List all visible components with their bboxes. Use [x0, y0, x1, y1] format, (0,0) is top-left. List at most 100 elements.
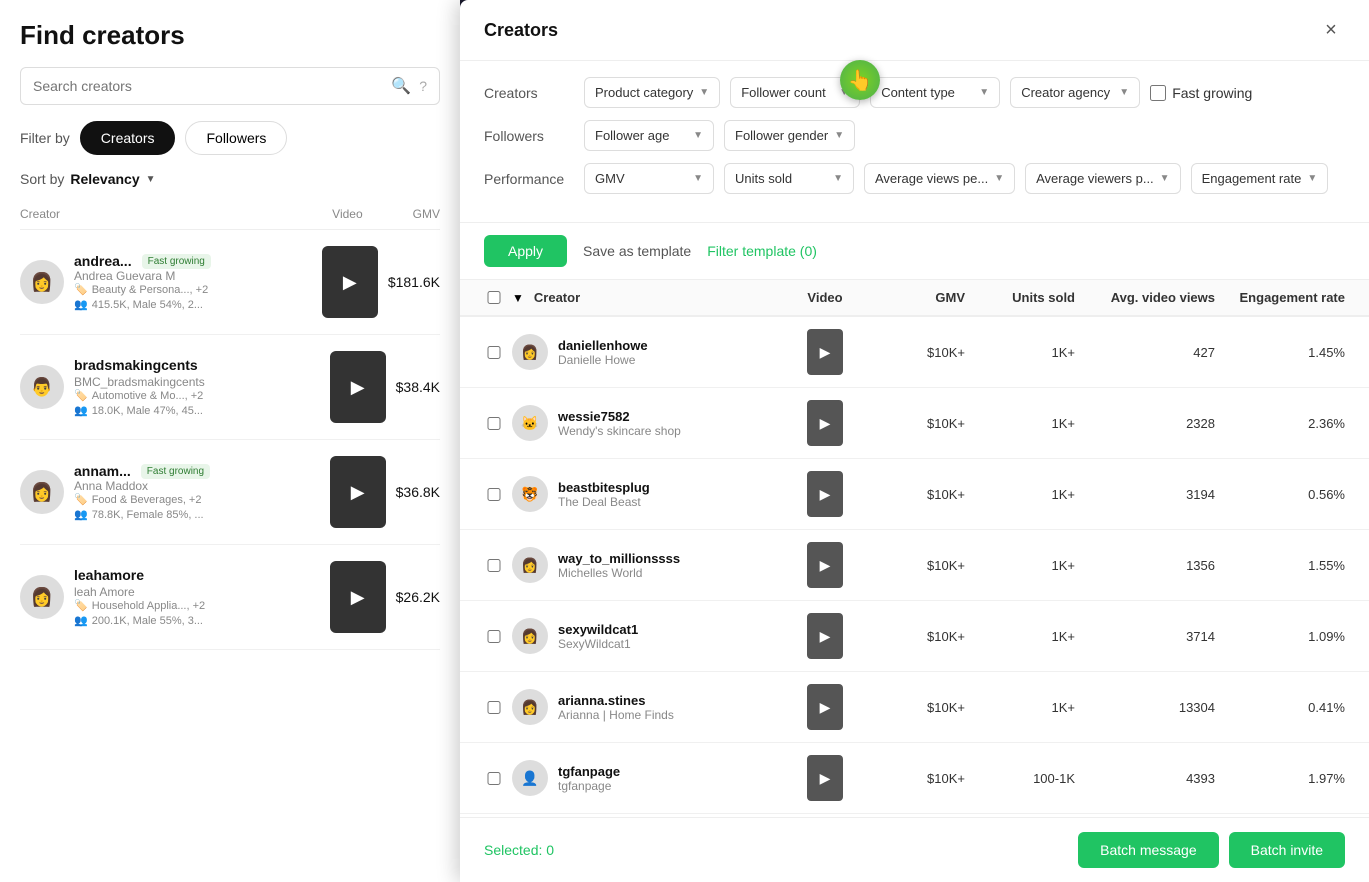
follower-age-dropdown[interactable]: Follower age ▼	[584, 120, 714, 151]
engagement-cell: 0.41%	[1215, 700, 1345, 715]
creator-video-thumb[interactable]: ▶	[322, 246, 378, 318]
follower-count-label: Follower count	[741, 85, 826, 100]
filter-by-row: Filter by Creators Followers	[20, 121, 440, 155]
gmv-cell: $10K+	[865, 558, 965, 573]
fast-growing-label: Fast growing	[1172, 85, 1252, 101]
table-row[interactable]: 🐱 wessie7582 Wendy's skincare shop ▶ $10…	[460, 388, 1369, 459]
product-category-label: Product category	[595, 85, 693, 100]
bg-creator-row[interactable]: 👩 annam... Fast growing Anna Maddox 🏷️ F…	[20, 440, 440, 545]
engagement-cell: 1.45%	[1215, 345, 1345, 360]
row-checkbox[interactable]	[484, 701, 504, 714]
units-sold-label: Units sold	[735, 171, 792, 186]
product-category-dropdown[interactable]: Product category ▼	[584, 77, 720, 108]
video-cell: ▶	[785, 400, 865, 446]
gmv-cell: $10K+	[865, 771, 965, 786]
video-thumbnail[interactable]: ▶	[807, 329, 843, 375]
video-thumbnail[interactable]: ▶	[807, 613, 843, 659]
creator-cell: 👩 sexywildcat1 SexyWildcat1	[512, 618, 785, 654]
video-thumbnail[interactable]: ▶	[807, 755, 843, 801]
row-checkbox[interactable]	[484, 346, 504, 359]
fast-growing-checkbox-label[interactable]: Fast growing	[1150, 85, 1252, 101]
creator-video-thumb[interactable]: ▶	[330, 561, 386, 633]
search-icon: 🔍	[391, 76, 411, 96]
creator-thumbnail: 👩	[512, 618, 548, 654]
creator-display: Anna Maddox	[74, 479, 320, 493]
video-cell: ▶	[785, 329, 865, 375]
fast-growing-checkbox[interactable]	[1150, 85, 1166, 101]
gmv-cell: $10K+	[865, 629, 965, 644]
creator-agency-label: Creator agency	[1021, 85, 1110, 100]
avg-viewers-dropdown[interactable]: Average viewers p... ▼	[1025, 163, 1180, 194]
sort-value[interactable]: Relevancy	[70, 171, 139, 187]
creator-username: sexywildcat1	[558, 622, 638, 637]
table-row[interactable]: 👤 tgfanpage tgfanpage ▶ $10K+ 100-1K 439…	[460, 743, 1369, 814]
row-checkbox[interactable]	[484, 488, 504, 501]
creator-cell: 👩 arianna.stines Arianna | Home Finds	[512, 689, 785, 725]
creator-cell-info: wessie7582 Wendy's skincare shop	[558, 409, 681, 438]
filters-section: Creators Product category ▼ Follower cou…	[460, 61, 1369, 223]
filter-by-label: Filter by	[20, 130, 70, 146]
gmv-cell: $10K+	[865, 345, 965, 360]
batch-invite-button[interactable]: Batch invite	[1229, 832, 1345, 868]
table-row[interactable]: 👩 sexywildcat1 SexyWildcat1 ▶ $10K+ 1K+ …	[460, 601, 1369, 672]
gmv-label: GMV	[595, 171, 625, 186]
page-title: Find creators	[20, 20, 440, 51]
filter-tab-creators[interactable]: Creators	[80, 121, 176, 155]
save-template-button[interactable]: Save as template	[583, 243, 691, 259]
table-row[interactable]: 👩 daniellenhowe Danielle Howe ▶ $10K+ 1K…	[460, 317, 1369, 388]
select-all-checkbox[interactable]	[484, 291, 504, 304]
filter-template-button[interactable]: Filter template (0)	[707, 243, 817, 259]
table-row[interactable]: 🐯 beastbitesplug The Deal Beast ▶ $10K+ …	[460, 459, 1369, 530]
engagement-dropdown[interactable]: Engagement rate ▼	[1191, 163, 1329, 194]
batch-message-button[interactable]: Batch message	[1078, 832, 1219, 868]
bg-creator-row[interactable]: 👩 andrea... Fast growing Andrea Guevara …	[20, 230, 440, 335]
creator-cell-info: way_to_millionssss Michelles World	[558, 551, 680, 580]
search-input[interactable]	[33, 78, 383, 94]
creator-info: leahamore leah Amore 🏷️ Household Applia…	[74, 567, 320, 627]
th-units-sold: Units sold	[965, 290, 1075, 305]
avg-views-cell: 2328	[1075, 416, 1215, 431]
modal-header: Creators ×	[460, 0, 1369, 61]
row-checkbox[interactable]	[484, 630, 504, 643]
creator-display: Andrea Guevara M	[74, 269, 312, 283]
row-checkbox[interactable]	[484, 417, 504, 430]
gmv-dropdown[interactable]: GMV ▼	[584, 163, 714, 194]
filter-tab-followers[interactable]: Followers	[185, 121, 287, 155]
table-row[interactable]: 👩 arianna.stines Arianna | Home Finds ▶ …	[460, 672, 1369, 743]
row-checkbox[interactable]	[484, 559, 504, 572]
creator-cell-info: sexywildcat1 SexyWildcat1	[558, 622, 638, 651]
video-thumbnail[interactable]: ▶	[807, 471, 843, 517]
col-creator-header: Creator	[20, 207, 322, 221]
follower-gender-dropdown[interactable]: Follower gender ▼	[724, 120, 855, 151]
creator-video-thumb[interactable]: ▶	[330, 351, 386, 423]
creator-agency-dropdown[interactable]: Creator agency ▼	[1010, 77, 1140, 108]
bg-creator-row[interactable]: 👨 bradsmakingcents BMC_bradsmakingcents …	[20, 335, 440, 440]
row-checkbox[interactable]	[484, 772, 504, 785]
creator-info: bradsmakingcents BMC_bradsmakingcents 🏷️…	[74, 357, 320, 417]
creator-username: annam...	[74, 463, 131, 479]
units-cell: 1K+	[965, 629, 1075, 644]
content-type-dropdown[interactable]: Content type ▼	[870, 77, 1000, 108]
th-avg-video-views: Avg. video views	[1075, 290, 1215, 305]
video-cell: ▶	[785, 613, 865, 659]
creator-info: andrea... Fast growing Andrea Guevara M …	[74, 253, 312, 311]
bg-creator-row[interactable]: 👩 leahamore leah Amore 🏷️ Household Appl…	[20, 545, 440, 650]
video-thumbnail[interactable]: ▶	[807, 542, 843, 588]
avg-views-dropdown[interactable]: Average views pe... ▼	[864, 163, 1015, 194]
chevron-down-icon: ▼	[833, 173, 843, 184]
creator-video-thumb[interactable]: ▶	[330, 456, 386, 528]
video-thumbnail[interactable]: ▶	[807, 400, 843, 446]
bg-col-headers: Creator Video GMV	[20, 199, 440, 230]
follower-count-dropdown[interactable]: Follower count ▼	[730, 77, 860, 108]
table-row[interactable]: 👩 way_to_millionssss Michelles World ▶ $…	[460, 530, 1369, 601]
units-sold-dropdown[interactable]: Units sold ▼	[724, 163, 854, 194]
video-thumbnail[interactable]: ▶	[807, 684, 843, 730]
avatar: 👩	[20, 575, 64, 619]
search-bar[interactable]: 🔍 ?	[20, 67, 440, 105]
apply-button[interactable]: Apply	[484, 235, 567, 267]
close-button[interactable]: ×	[1317, 16, 1345, 44]
creator-cell-info: tgfanpage tgfanpage	[558, 764, 620, 793]
creator-username: beastbitesplug	[558, 480, 650, 495]
creator-cell: 👩 way_to_millionssss Michelles World	[512, 547, 785, 583]
performance-filter-label: Performance	[484, 171, 574, 187]
